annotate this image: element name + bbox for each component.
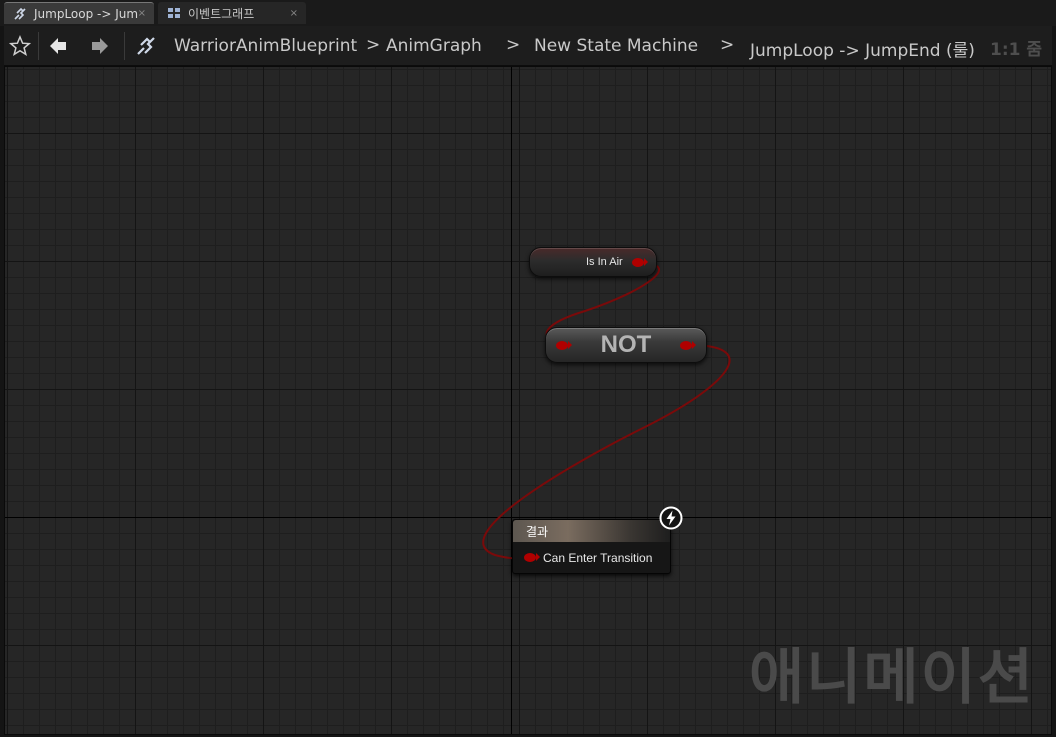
bool-output-pin[interactable] — [632, 258, 644, 267]
breadcrumb-item[interactable]: WarriorAnimBlueprint — [174, 36, 357, 56]
graph-type-watermark: 애니메이션 — [749, 643, 1035, 713]
close-icon[interactable]: × — [138, 8, 146, 19]
node-title: 결과 — [526, 525, 549, 539]
star-icon[interactable] — [8, 34, 32, 58]
toolbar-divider — [38, 32, 39, 60]
pin-arrow-icon — [644, 258, 648, 266]
close-icon[interactable]: × — [290, 8, 298, 19]
breadcrumb-separator: > — [366, 35, 381, 55]
graph-toolbar: WarriorAnimBlueprint > AnimGraph > New S… — [4, 26, 1052, 66]
breadcrumb-item-current: JumpLoop -> JumpEnd (룰) — [750, 41, 975, 61]
event-graph-icon — [166, 5, 182, 21]
tab-label: 이벤트그래프 — [188, 6, 255, 21]
tab-label: JumpLoop -> Jum — [34, 6, 139, 21]
graph-canvas[interactable]: Is In Air NOT 결과 Can Enter Transition 애니… — [4, 66, 1052, 735]
lightning-icon — [659, 506, 683, 530]
back-arrow-icon[interactable] — [46, 34, 70, 58]
transition-icon — [134, 34, 158, 58]
bool-input-pin[interactable] — [524, 553, 536, 562]
is-in-air-node[interactable]: Is In Air — [529, 247, 657, 277]
toolbar-divider — [124, 32, 125, 60]
bool-output-pin[interactable] — [680, 341, 692, 350]
not-node[interactable]: NOT — [545, 327, 707, 363]
node-label: Is In Air — [586, 256, 623, 268]
result-node[interactable]: 결과 Can Enter Transition — [512, 519, 671, 574]
tab-jumploop-transition[interactable]: JumpLoop -> Jum × — [4, 2, 154, 24]
tab-event-graph[interactable]: 이벤트그래프 × — [158, 2, 306, 24]
transition-icon — [12, 6, 28, 22]
forward-arrow-icon[interactable] — [88, 34, 112, 58]
pin-arrow-icon — [692, 341, 696, 349]
pin-arrow-icon — [536, 553, 540, 561]
pin-label: Can Enter Transition — [543, 551, 653, 565]
breadcrumb-separator: > — [720, 35, 735, 55]
breadcrumb-item[interactable]: AnimGraph — [386, 36, 482, 56]
breadcrumb-separator: > — [506, 35, 521, 55]
zoom-level: 1:1 줌 — [989, 40, 1042, 60]
tab-bar: JumpLoop -> Jum × 이벤트그래프 × — [0, 0, 1056, 26]
breadcrumb-item[interactable]: New State Machine — [534, 36, 698, 56]
node-header: 결과 — [513, 520, 670, 542]
